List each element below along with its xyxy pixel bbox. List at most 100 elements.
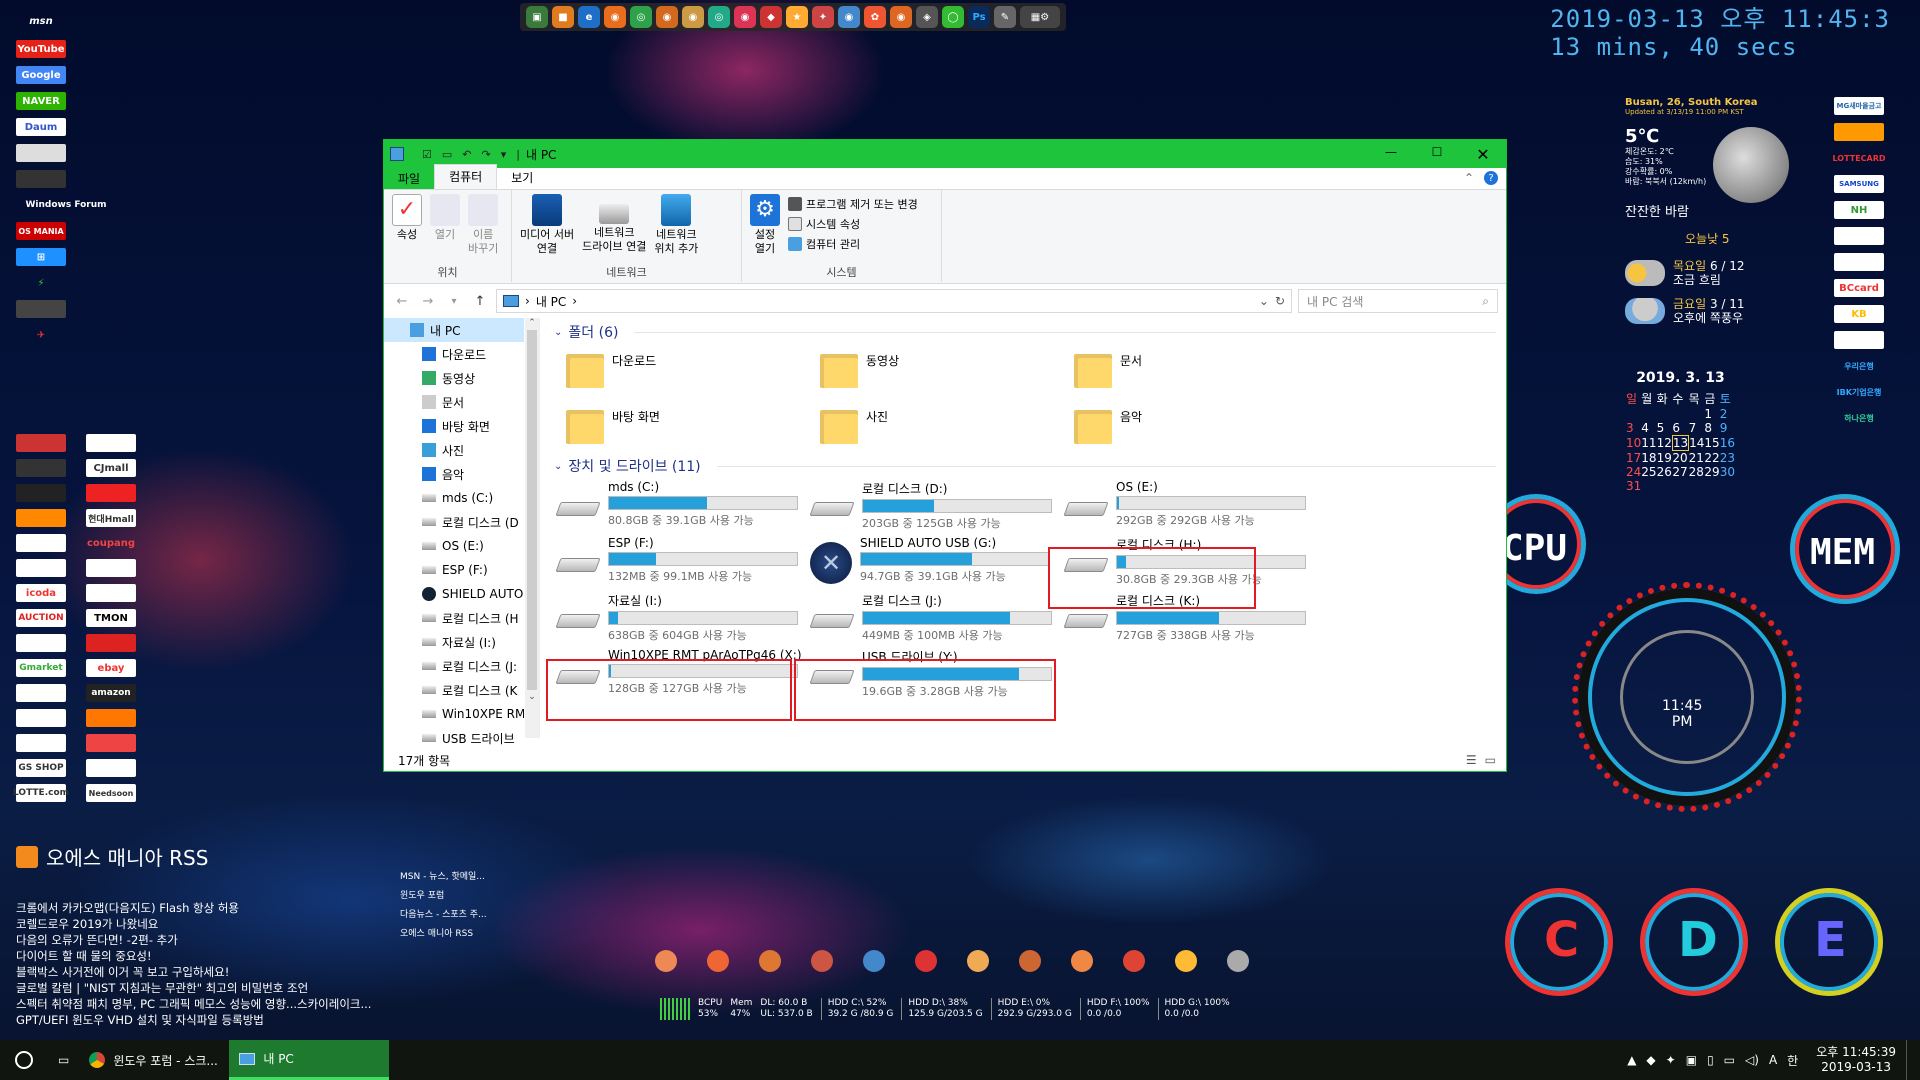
- show-desktop-button[interactable]: [1906, 1040, 1910, 1080]
- shop-shortcut[interactable]: [16, 509, 66, 527]
- taskbar-clock[interactable]: 오후 11:45:39 2019-03-13: [1816, 1045, 1896, 1075]
- app-icon[interactable]: ★: [786, 6, 808, 28]
- calendar-day[interactable]: 29: [1704, 465, 1719, 479]
- shop-shortcut[interactable]: [16, 634, 66, 652]
- chrome-icon[interactable]: ◎: [708, 6, 730, 28]
- drive-item[interactable]: OS (E:) 292GB 중 292GB 사용 가능: [1063, 480, 1314, 534]
- rss-item[interactable]: 코렐드로우 2019가 나왔네요: [16, 916, 371, 932]
- app-icon[interactable]: [1227, 950, 1249, 972]
- app-icon[interactable]: [655, 950, 677, 972]
- msn-shortcut[interactable]: msn: [16, 12, 66, 30]
- calendar-day[interactable]: 28: [1689, 465, 1705, 479]
- lotte-com-shortcut[interactable]: LOTTE.com: [13, 784, 69, 802]
- calendar-day[interactable]: 6: [1672, 421, 1688, 436]
- tiles-view-icon[interactable]: ▭: [1485, 753, 1496, 767]
- rss-source-link[interactable]: 윈도우 포럼: [400, 887, 487, 906]
- calendar-day[interactable]: 1: [1704, 407, 1719, 421]
- calendar-day[interactable]: 13: [1671, 435, 1690, 451]
- ribbon-collapse-icon[interactable]: ⌃: [1464, 171, 1474, 185]
- calendar-day[interactable]: 12: [1657, 436, 1673, 451]
- nav-scrollbar[interactable]: ⌃ ⌄: [525, 318, 539, 738]
- shop-shortcut[interactable]: [16, 484, 66, 502]
- calendar-day[interactable]: 27: [1672, 465, 1688, 479]
- firefox-icon[interactable]: ◉: [604, 6, 626, 28]
- samsung-shortcut[interactable]: SAMSUNG: [1834, 175, 1884, 193]
- coupang-shortcut[interactable]: coupang: [86, 534, 136, 552]
- calendar-day[interactable]: 14: [1689, 436, 1704, 451]
- nav-item[interactable]: 내 PC: [384, 318, 524, 342]
- shop-shortcut[interactable]: [16, 534, 66, 552]
- bccard-shortcut[interactable]: BCcard: [1834, 279, 1884, 297]
- app-icon[interactable]: [967, 950, 989, 972]
- rss-item[interactable]: 스펙터 취약점 패치 명부, PC 그래픽 메모스 성능에 영향...스카이레이…: [16, 996, 371, 1012]
- nav-item[interactable]: Win10XPE RM: [384, 702, 524, 726]
- windows-forum-shortcut[interactable]: Windows Forum: [16, 196, 116, 214]
- gmarket-shortcut[interactable]: Gmarket: [16, 659, 66, 677]
- nav-item[interactable]: 문서: [384, 390, 524, 414]
- nav-item[interactable]: 자료실 (I:): [384, 630, 524, 654]
- taskbar-item-chrome[interactable]: 윈도우 포럼 - 스크...: [79, 1040, 229, 1080]
- calendar-day[interactable]: 20: [1672, 451, 1688, 465]
- app-icon[interactable]: [1071, 950, 1093, 972]
- calendar-day[interactable]: 21: [1689, 451, 1705, 466]
- folder-item[interactable]: 바탕 화면: [566, 404, 806, 454]
- naver-shortcut[interactable]: NAVER: [16, 92, 66, 110]
- rss-source-link[interactable]: 오에스 매니아 RSS: [400, 925, 487, 944]
- photoshop-icon[interactable]: Ps: [968, 6, 990, 28]
- app-icon[interactable]: ◉: [838, 6, 860, 28]
- shop-shortcut[interactable]: [86, 634, 136, 652]
- app-icon[interactable]: [863, 950, 885, 972]
- calendar-day[interactable]: 16: [1720, 436, 1735, 451]
- address-dropdown-icon[interactable]: ⌄: [1259, 294, 1269, 308]
- refresh-icon[interactable]: ↻: [1275, 294, 1285, 308]
- nav-item[interactable]: 바탕 화면: [384, 414, 524, 438]
- nav-item[interactable]: 동영상: [384, 366, 524, 390]
- scroll-up-icon[interactable]: ⌃: [525, 318, 539, 328]
- rss-item[interactable]: 다이어트 할 때 물의 중요성!: [16, 948, 371, 964]
- nav-item[interactable]: SHIELD AUTO: [384, 582, 524, 606]
- woori-shortcut[interactable]: 우리은행: [1834, 357, 1884, 375]
- tab-file[interactable]: 파일: [384, 167, 435, 189]
- desktop-shortcut[interactable]: ⚡: [16, 274, 66, 292]
- back-button[interactable]: ←: [392, 294, 412, 309]
- os-mania-shortcut[interactable]: OS MANIA: [16, 222, 66, 240]
- nav-item[interactable]: 사진: [384, 438, 524, 462]
- volume-icon[interactable]: ◁): [1745, 1053, 1759, 1067]
- nav-item[interactable]: 음악: [384, 462, 524, 486]
- calendar-day[interactable]: 11: [1641, 436, 1656, 451]
- nh-shortcut[interactable]: NH: [1834, 201, 1884, 219]
- calendar-day[interactable]: 24: [1626, 465, 1641, 479]
- bank-shortcut[interactable]: [1834, 227, 1884, 245]
- app-icon[interactable]: ◈: [916, 6, 938, 28]
- bank-shortcut[interactable]: MG새마을금고: [1834, 97, 1884, 115]
- search-app-icon[interactable]: ◯: [942, 6, 964, 28]
- icoda-shortcut[interactable]: icoda: [16, 584, 66, 602]
- tray-icon[interactable]: ✦: [1666, 1053, 1676, 1067]
- shop-shortcut[interactable]: [86, 759, 136, 777]
- folders-header[interactable]: ⌄ 폴더 (6): [544, 320, 1506, 344]
- kb-shortcut[interactable]: KB: [1834, 305, 1884, 323]
- app-icon[interactable]: [915, 950, 937, 972]
- drive-item[interactable]: mds (C:) 80.8GB 중 39.1GB 사용 가능: [555, 480, 806, 534]
- calendar-day[interactable]: 22: [1704, 451, 1719, 466]
- scroll-thumb[interactable]: [527, 330, 537, 690]
- tab-computer[interactable]: 컴퓨터: [434, 164, 498, 189]
- rss-item[interactable]: GPT/UEFI 윈도우 VHD 설치 및 자식파일 등록방법: [16, 1012, 371, 1028]
- app-icon[interactable]: [1123, 950, 1145, 972]
- usb-icon[interactable]: ▯: [1707, 1053, 1714, 1067]
- rss-item[interactable]: 크롬에서 카카오맵(다음지도) Flash 항상 허용: [16, 900, 371, 916]
- auction-shortcut[interactable]: AUCTION: [16, 609, 66, 627]
- shop-shortcut[interactable]: [86, 559, 136, 577]
- nav-item[interactable]: 로컬 디스크 (J:: [384, 654, 524, 678]
- shop-shortcut[interactable]: [16, 734, 66, 752]
- shop-shortcut[interactable]: [16, 434, 66, 452]
- bank-shortcut[interactable]: [1834, 123, 1884, 141]
- calendar-day[interactable]: 5: [1657, 421, 1673, 436]
- nav-item[interactable]: USB 드라이브: [384, 726, 524, 750]
- tmon-shortcut[interactable]: TMON: [86, 609, 136, 627]
- shop-shortcut[interactable]: [86, 584, 136, 602]
- korean-ime-icon[interactable]: 한: [1787, 1052, 1798, 1069]
- nav-item[interactable]: 로컬 디스크 (K: [384, 678, 524, 702]
- breadcrumb-path[interactable]: 내 PC: [536, 293, 566, 310]
- app-icon[interactable]: ▣: [526, 6, 548, 28]
